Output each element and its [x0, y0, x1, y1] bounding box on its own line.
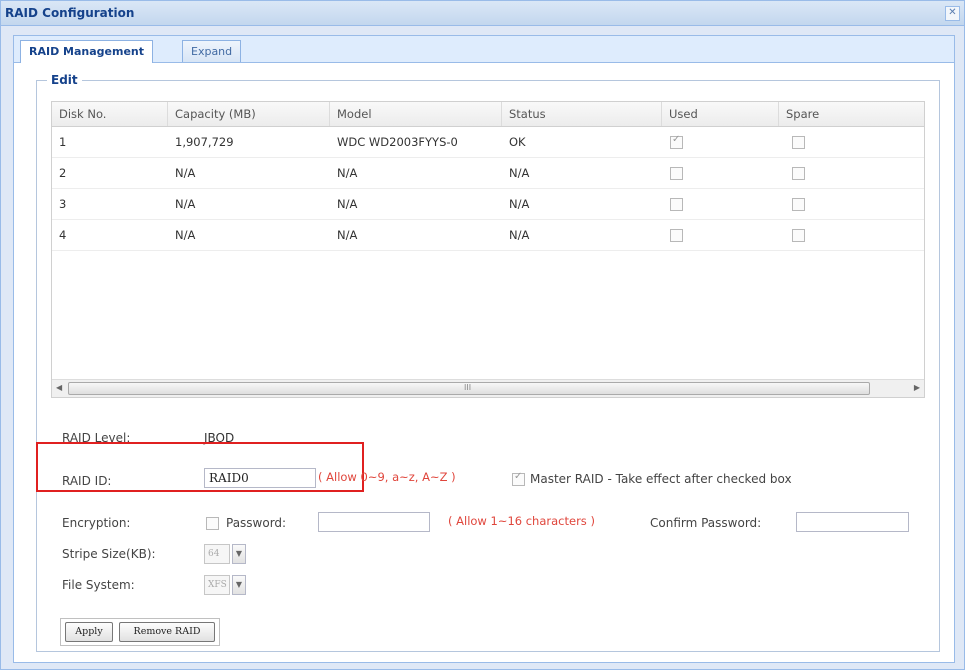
- used-checkbox[interactable]: [670, 167, 683, 180]
- file-system-label: File System:: [62, 578, 135, 592]
- window-title: RAID Configuration: [5, 6, 135, 20]
- raid-id-hint: ( Allow 0~9, a~z, A~Z ): [318, 470, 456, 484]
- file-system-value: XFS: [204, 575, 230, 595]
- cell-capacity: N/A: [175, 166, 196, 180]
- tab-expand[interactable]: Expand: [182, 40, 242, 62]
- password-hint: ( Allow 1~16 characters ): [448, 514, 595, 528]
- edit-fieldset: Edit Disk No. Capacity (MB) Model Status…: [36, 73, 940, 652]
- cell-model: WDC WD2003FYYS-0: [337, 135, 458, 149]
- password-label: Password:: [226, 516, 287, 530]
- encryption-label: Encryption:: [62, 516, 131, 530]
- cell-disk-no: 2: [59, 166, 67, 180]
- used-checkbox[interactable]: [670, 229, 683, 242]
- master-raid-checkbox[interactable]: [512, 471, 525, 486]
- master-raid-label: Master RAID - Take effect after checked …: [530, 472, 792, 486]
- scroll-right-icon[interactable]: ▶: [914, 383, 920, 392]
- raid-configuration-window: RAID Configuration ✕ RAID Management Exp…: [0, 0, 965, 670]
- cell-capacity: 1,907,729: [175, 135, 234, 149]
- table-row[interactable]: 2 N/A N/A N/A: [52, 158, 924, 189]
- cell-disk-no: 3: [59, 197, 67, 211]
- used-checkbox[interactable]: [670, 198, 683, 211]
- confirm-password-input[interactable]: [796, 512, 909, 532]
- chevron-down-icon[interactable]: ▼: [232, 575, 246, 595]
- raid-id-label: RAID ID:: [62, 474, 112, 488]
- apply-button[interactable]: Apply: [65, 622, 113, 642]
- title-bar: RAID Configuration ✕: [1, 1, 964, 26]
- button-bar: Apply Remove RAID: [60, 618, 220, 646]
- cell-capacity: N/A: [175, 228, 196, 242]
- encryption-checkbox[interactable]: [206, 517, 219, 530]
- chevron-down-icon[interactable]: ▼: [232, 544, 246, 564]
- cell-model: N/A: [337, 166, 358, 180]
- password-input[interactable]: [318, 512, 430, 532]
- disk-grid: Disk No. Capacity (MB) Model Status Used…: [51, 101, 925, 398]
- spare-checkbox[interactable]: [792, 167, 805, 180]
- spare-checkbox[interactable]: [792, 198, 805, 211]
- header-disk-no[interactable]: Disk No.: [52, 102, 168, 126]
- cell-model: N/A: [337, 228, 358, 242]
- header-status[interactable]: Status: [502, 102, 662, 126]
- cell-model: N/A: [337, 197, 358, 211]
- stripe-size-label: Stripe Size(KB):: [62, 547, 156, 561]
- remove-raid-button[interactable]: Remove RAID: [119, 622, 215, 642]
- tab-panel: RAID Management Expand Edit Disk No. Cap…: [13, 35, 955, 663]
- table-row[interactable]: 4 N/A N/A N/A: [52, 220, 924, 251]
- cell-status: N/A: [509, 166, 530, 180]
- close-icon[interactable]: ✕: [945, 6, 960, 21]
- scroll-thumb[interactable]: III: [68, 382, 870, 395]
- spare-checkbox[interactable]: [792, 136, 805, 149]
- stripe-size-value: 64: [204, 544, 230, 564]
- confirm-password-label: Confirm Password:: [650, 516, 762, 530]
- used-checkbox[interactable]: [670, 134, 683, 149]
- cell-disk-no: 4: [59, 228, 67, 242]
- cell-status: N/A: [509, 228, 530, 242]
- spare-checkbox[interactable]: [792, 229, 805, 242]
- header-capacity[interactable]: Capacity (MB): [168, 102, 330, 126]
- horizontal-scrollbar[interactable]: ◀ III ▶: [52, 379, 924, 397]
- header-used[interactable]: Used: [662, 102, 779, 126]
- raid-id-input[interactable]: [204, 468, 316, 488]
- header-model[interactable]: Model: [330, 102, 502, 126]
- stripe-size-select[interactable]: 64 ▼: [204, 544, 246, 564]
- file-system-select[interactable]: XFS ▼: [204, 575, 246, 595]
- scroll-grip: III: [464, 383, 472, 392]
- cell-status: N/A: [509, 197, 530, 211]
- edit-legend: Edit: [47, 73, 82, 87]
- tab-raid-management[interactable]: RAID Management: [20, 40, 154, 63]
- header-spare[interactable]: Spare: [779, 102, 924, 126]
- table-row[interactable]: 1 1,907,729 WDC WD2003FYYS-0 OK: [52, 127, 924, 158]
- scroll-left-icon[interactable]: ◀: [56, 383, 62, 392]
- cell-disk-no: 1: [59, 135, 67, 149]
- table-row[interactable]: 3 N/A N/A N/A: [52, 189, 924, 220]
- tab-strip: RAID Management Expand: [14, 36, 954, 63]
- cell-capacity: N/A: [175, 197, 196, 211]
- grid-header: Disk No. Capacity (MB) Model Status Used…: [52, 102, 924, 127]
- cell-status: OK: [509, 135, 526, 149]
